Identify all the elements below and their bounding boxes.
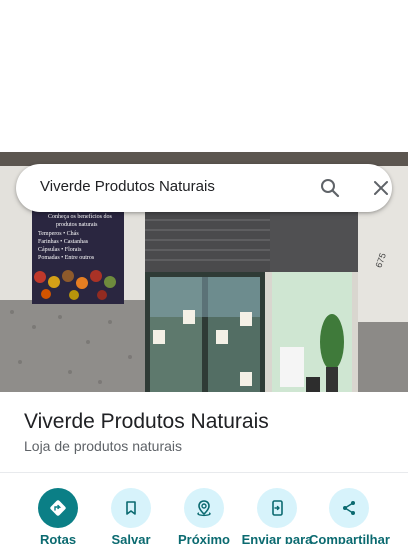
share-label: Compartilhar: [309, 532, 390, 544]
search-input[interactable]: Viverde Produtos Naturais: [40, 178, 215, 195]
nearby-label: Próximo: [177, 532, 230, 544]
nearby-icon: [197, 500, 211, 517]
place-sheet: Viverde Produtos Naturais Loja de produt…: [0, 392, 408, 544]
save-label: Salvar: [111, 532, 151, 544]
search-icon[interactable]: [318, 176, 342, 200]
bookmark-icon: [126, 501, 136, 515]
send-to-phone-label: Enviar para: [241, 532, 313, 544]
directions-label: Rotas: [39, 532, 77, 544]
map-blank-area: [0, 0, 408, 152]
send-to-phone-icon: [272, 500, 283, 516]
nearby-button[interactable]: Próximo: [164, 488, 244, 544]
send-to-phone-button[interactable]: Enviar para: [237, 488, 317, 544]
sign-line-6: Pomadas • Entre outros: [38, 255, 95, 261]
close-icon[interactable]: [369, 176, 393, 200]
directions-icon: [50, 500, 66, 516]
sign-line-4: Farinhas • Castanhas: [38, 239, 89, 245]
directions-button[interactable]: Rotas: [18, 488, 98, 544]
share-button[interactable]: Compartilhar: [309, 488, 390, 544]
share-icon: [343, 501, 355, 515]
sign-line-1: Conheça os benefícios dos: [48, 213, 112, 220]
divider: [0, 472, 408, 473]
sign-line-5: Cápsulas • Florais: [38, 247, 82, 253]
action-row: Rotas Salvar Próximo Enviar para Compart…: [0, 488, 408, 544]
sign-line-2: produtos naturais: [56, 222, 98, 228]
search-bar[interactable]: Viverde Produtos Naturais: [16, 164, 392, 212]
place-title: Viverde Produtos Naturais: [24, 410, 269, 433]
sign-line-3: Temperos • Chás: [38, 231, 79, 237]
place-category: Loja de produtos naturais: [24, 438, 182, 454]
save-button[interactable]: Salvar: [91, 488, 171, 544]
